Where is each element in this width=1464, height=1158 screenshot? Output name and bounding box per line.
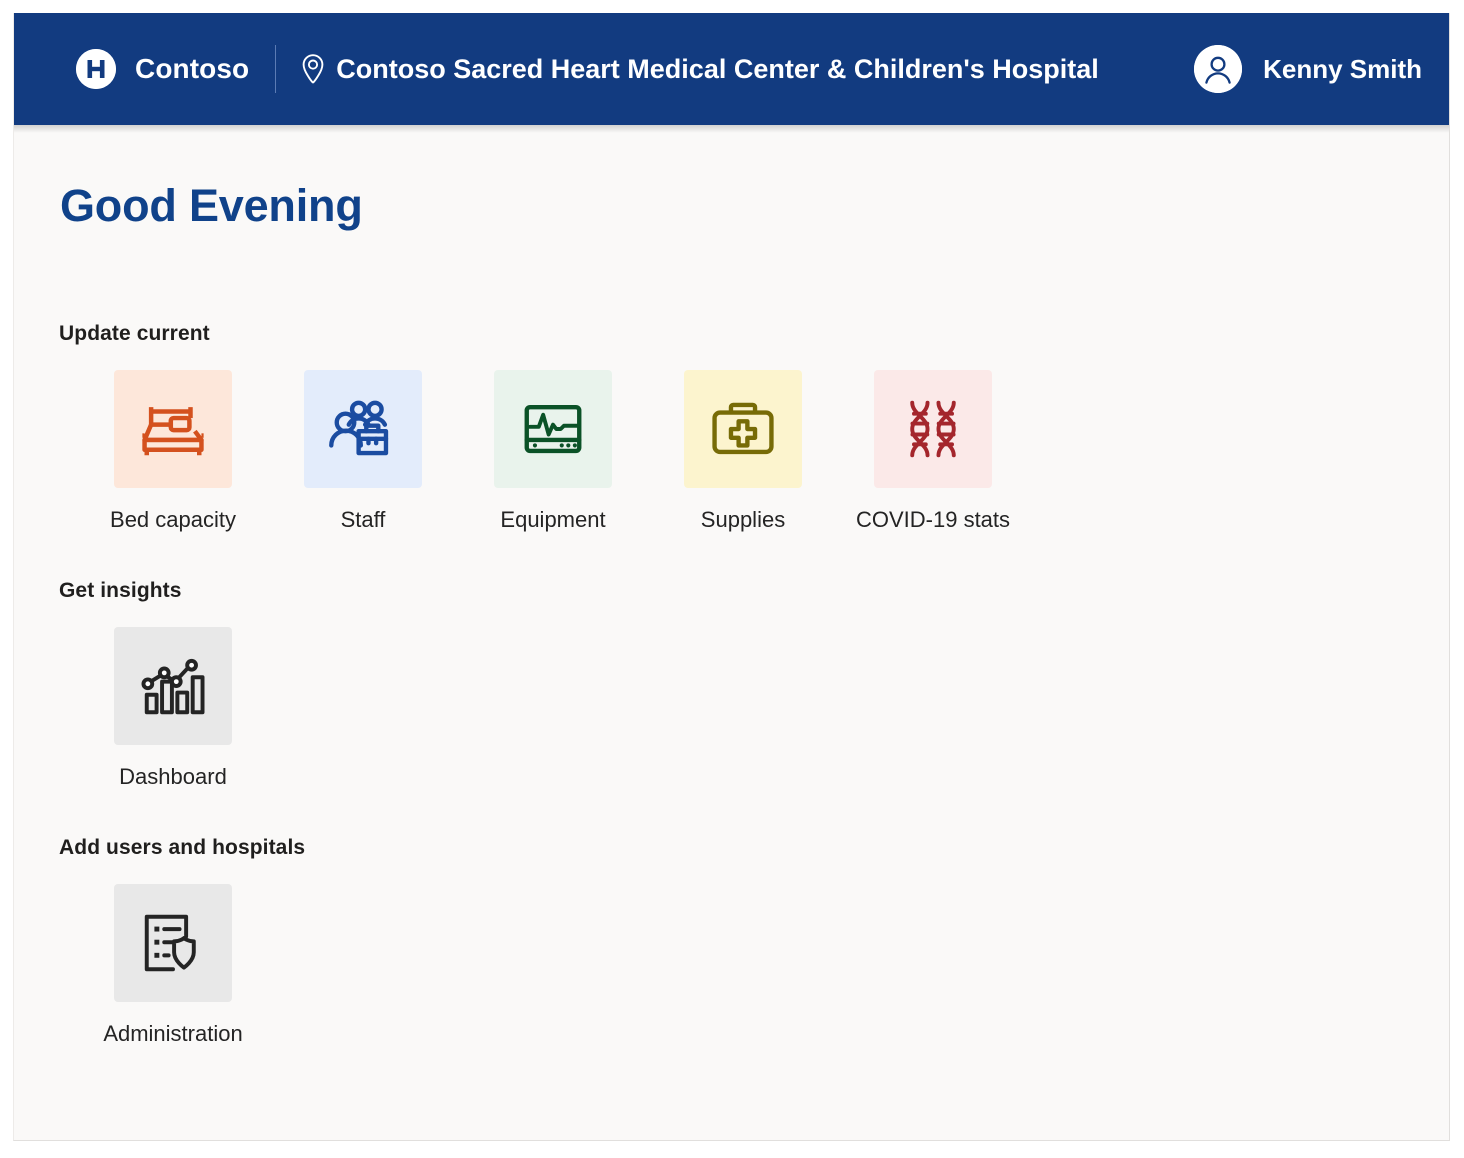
- tile-label: Supplies: [700, 507, 786, 532]
- tile-label: Dashboard: [119, 764, 227, 789]
- section-heading-update-current: Update current: [59, 322, 210, 345]
- first-aid-kit-icon: [684, 370, 802, 488]
- staff-group-icon: [304, 370, 422, 488]
- tile-covid-19-stats[interactable]: COVID-19 stats: [856, 370, 1010, 531]
- site-selector[interactable]: Contoso Sacred Heart Medical Center & Ch…: [300, 53, 1099, 85]
- app-header: Contoso Contoso Sacred Heart Medical Cen…: [14, 13, 1449, 133]
- brand-name: Contoso: [135, 53, 250, 84]
- tile-label: Staff: [340, 507, 386, 532]
- tile-label: Equipment: [500, 507, 606, 532]
- hospital-h-logo-icon: [76, 49, 116, 89]
- tile-row-update-current: Bed capacity Staff Equipment Supplies CO…: [110, 370, 1449, 531]
- tile-dashboard[interactable]: Dashboard: [114, 627, 232, 788]
- tile-row-administration: Administration: [103, 884, 1449, 1045]
- user-menu[interactable]: Kenny Smith: [1194, 45, 1422, 93]
- tile-equipment[interactable]: Equipment: [494, 370, 612, 531]
- page-title: Good Evening: [60, 180, 363, 231]
- dna-helix-icon: [874, 370, 992, 488]
- bar-chart-trend-icon: [114, 627, 232, 745]
- document-shield-icon: [114, 884, 232, 1002]
- heart-monitor-icon: [494, 370, 612, 488]
- site-name: Contoso Sacred Heart Medical Center & Ch…: [336, 53, 1099, 84]
- app-window: Contoso Contoso Sacred Heart Medical Cen…: [13, 13, 1450, 1141]
- location-pin-icon: [300, 53, 326, 85]
- tile-label: Administration: [103, 1021, 243, 1046]
- tile-row-get-insights: Dashboard: [114, 627, 1449, 788]
- bed-icon: [114, 370, 232, 488]
- header-divider: [275, 45, 277, 93]
- person-avatar-icon: [1194, 45, 1243, 93]
- section-heading-get-insights: Get insights: [59, 579, 182, 602]
- main-content: Good Evening Update current Bed capacity…: [14, 180, 1449, 1045]
- tile-staff[interactable]: Staff: [304, 370, 422, 531]
- section-heading-add-users-and-hospitals: Add users and hospitals: [59, 836, 306, 859]
- tile-bed-capacity[interactable]: Bed capacity: [110, 370, 236, 531]
- tile-label: COVID-19 stats: [855, 507, 1011, 532]
- tile-label: Bed capacity: [110, 507, 236, 532]
- tile-supplies[interactable]: Supplies: [684, 370, 802, 531]
- tile-administration[interactable]: Administration: [103, 884, 243, 1045]
- user-name: Kenny Smith: [1263, 53, 1422, 84]
- brand-home-link[interactable]: Contoso: [76, 49, 249, 89]
